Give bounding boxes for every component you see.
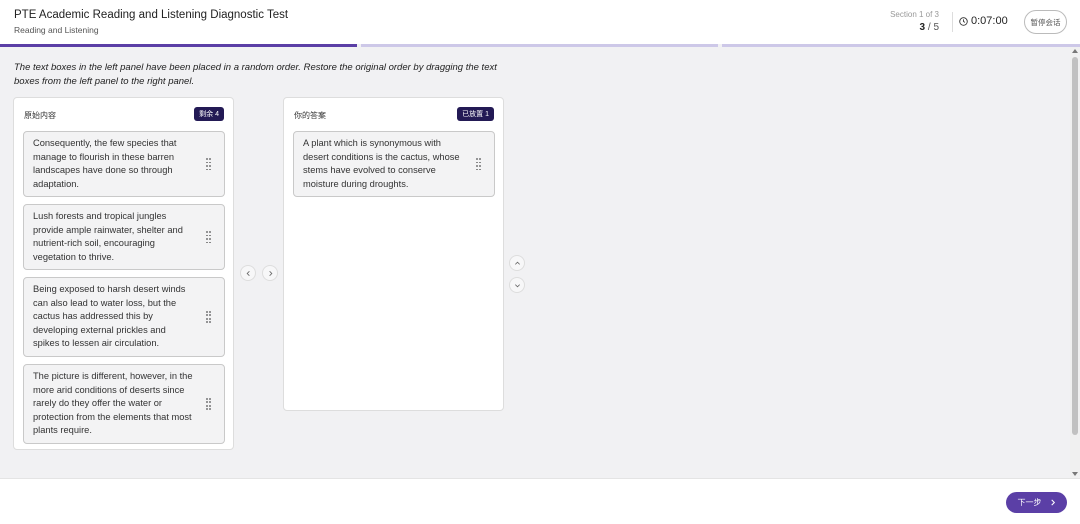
footer-bar: 下一步 [0,478,1080,524]
move-up-button[interactable] [509,255,525,271]
clock-icon [959,16,968,26]
drag-handle-icon[interactable] [476,158,481,171]
move-down-button[interactable] [509,277,525,293]
next-button[interactable]: 下一步 [1006,492,1067,513]
source-panel: 原始内容 剩余 4 Consequently, the few species … [13,97,234,450]
next-button-label: 下一步 [1017,498,1042,507]
pause-session-button[interactable]: 暂停会话 [1024,10,1067,34]
text-box-content: The picture is different, however, in th… [33,371,193,436]
remaining-badge: 剩余 4 [194,107,224,121]
text-box-content: Consequently, the few species that manag… [33,138,177,189]
question-total: 5 [933,22,939,33]
instruction-text: The text boxes in the left panel have be… [14,62,497,87]
text-box-content: Lush forests and tropical jungles provid… [33,211,183,262]
answer-panel-title: 你的答案 [294,111,326,120]
source-text-box[interactable]: Consequently, the few species that manag… [23,131,225,198]
move-right-button[interactable] [262,265,278,281]
chevron-up-icon [514,261,520,265]
source-text-box[interactable]: The picture is different, however, in th… [23,364,225,444]
header-divider [952,12,953,32]
scroll-up-arrow-icon[interactable] [1072,49,1078,53]
question-counter: 3 / 5 [920,22,939,33]
question-current: 3 [919,22,926,33]
test-title: PTE Academic Reading and Listening Diagn… [14,9,289,21]
drag-handle-icon[interactable] [206,310,211,323]
source-panel-title: 原始内容 [24,111,56,120]
drag-handle-icon[interactable] [206,231,211,244]
page-scrollbar[interactable] [1070,47,1080,478]
section-label: Section 1 of 3 [890,10,939,19]
move-left-button[interactable] [240,265,256,281]
chevron-right-icon [1050,499,1055,506]
scroll-down-arrow-icon[interactable] [1072,472,1078,476]
chevron-down-icon [514,283,520,287]
header-bar: PTE Academic Reading and Listening Diagn… [0,0,1080,44]
answer-text-box[interactable]: A plant which is synonymous with desert … [293,131,495,198]
scrollbar-thumb[interactable] [1072,57,1078,435]
drag-handle-icon[interactable] [206,397,211,410]
chevron-right-icon [268,270,272,276]
drag-handle-icon[interactable] [206,158,211,171]
answer-panel[interactable]: 你的答案 已放置 1 A plant which is synonymous w… [283,97,504,411]
text-box-content: Being exposed to harsh desert winds can … [33,284,186,349]
placed-badge: 已放置 1 [457,107,494,121]
source-text-box[interactable]: Being exposed to harsh desert winds can … [23,277,225,357]
main-content: The text boxes in the left panel have be… [0,47,1080,478]
test-subtitle: Reading and Listening [14,25,99,35]
source-text-box[interactable]: Lush forests and tropical jungles provid… [23,204,225,271]
timer: 0:07:00 [959,15,1008,27]
timer-value: 0:07:00 [971,15,1008,27]
chevron-left-icon [246,270,250,276]
text-box-content: A plant which is synonymous with desert … [303,138,460,189]
